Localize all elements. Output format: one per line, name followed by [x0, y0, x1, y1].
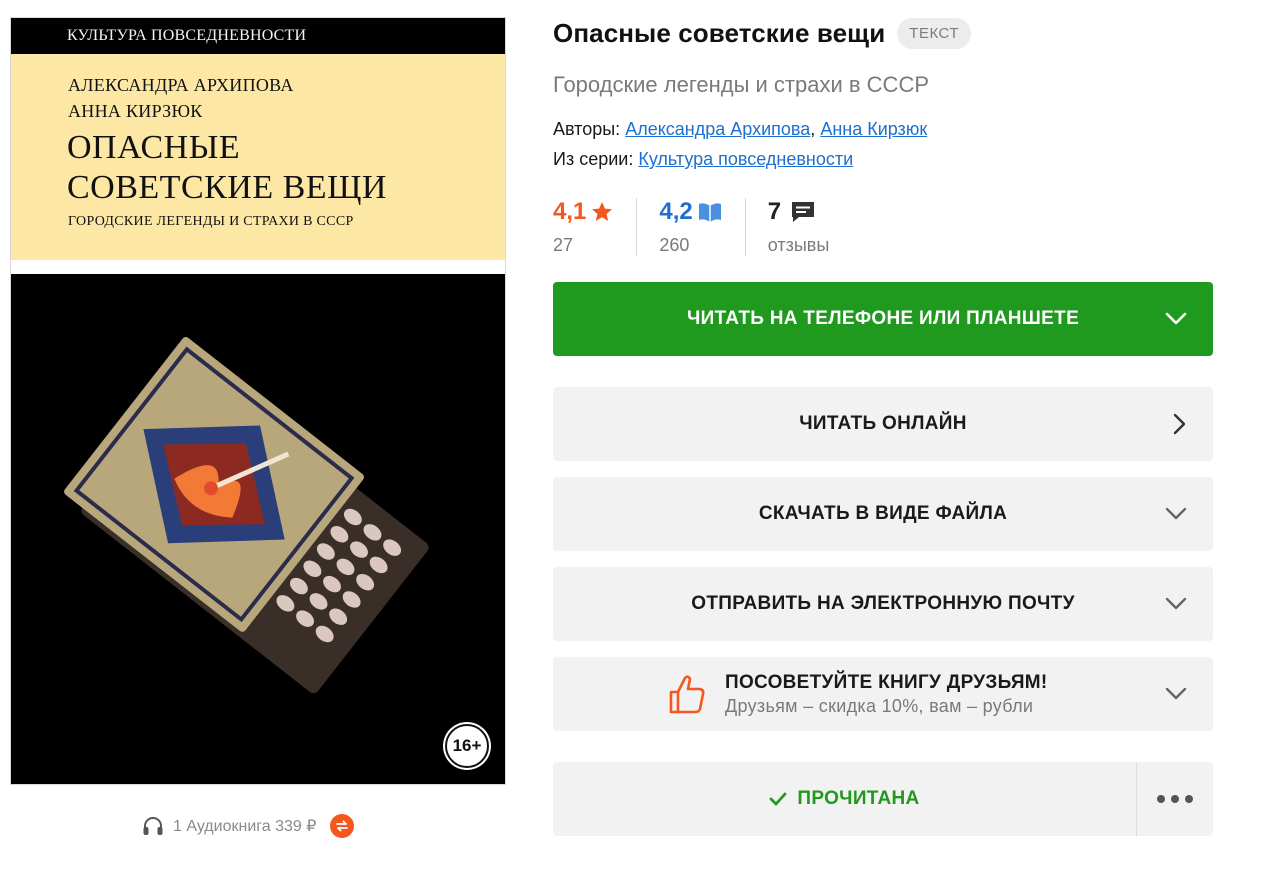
litres-rating-count: 27: [553, 235, 574, 255]
cover-title: ОПАСНЫЕ СОВЕТСКИЕ ВЕЩИ: [67, 128, 387, 208]
age-rating-badge: 16+: [445, 724, 489, 768]
checkmark-icon: [770, 792, 787, 806]
cover-divider: [11, 260, 505, 274]
audiobook-label[interactable]: 1 Аудиокнига 339 ₽: [173, 816, 316, 836]
read-on-device-label: ЧИТАТЬ НА ТЕЛЕФОНЕ ИЛИ ПЛАНШЕТЕ: [686, 308, 1080, 329]
recommend-title: ПОСОВЕТУЙТЕ КНИГУ ДРУЗЬЯМ!: [725, 671, 1048, 693]
series-line: Из серии: Культура повседневности: [553, 149, 853, 170]
rating-divider: [636, 198, 638, 256]
authors-label: Авторы:: [553, 119, 621, 139]
book-subtitle: Городские легенды и страхи в СССР: [553, 72, 930, 97]
livelib-rating-count: 260: [659, 235, 690, 255]
cover-author: АННА КИРЗЮК: [68, 101, 203, 121]
chevron-down-icon: [1165, 597, 1187, 610]
dot: [1157, 795, 1165, 803]
headphones-icon: [143, 817, 163, 835]
read-on-device-button[interactable]: ЧИТАТЬ НА ТЕЛЕФОНЕ ИЛИ ПЛАНШЕТЕ: [553, 282, 1213, 356]
ratings-bar: 4,1 27 4,2 260 7 отзывы: [553, 198, 829, 256]
author-link[interactable]: Александра Архипова: [625, 119, 810, 139]
dot: [1185, 795, 1193, 803]
chevron-right-icon: [1173, 413, 1186, 435]
send-email-button[interactable]: ОТПРАВИТЬ НА ЭЛЕКТРОННУЮ ПОЧТУ: [553, 567, 1213, 641]
cover-subtitle: ГОРОДСКИЕ ЛЕГЕНДЫ И СТРАХИ В СССР: [68, 214, 354, 229]
litres-rating[interactable]: 4,1 27: [553, 198, 614, 256]
read-status-button[interactable]: ПРОЧИТАНА: [553, 762, 1136, 836]
reviews-value: 7: [767, 198, 782, 225]
chevron-down-icon: [1165, 312, 1187, 325]
livelib-rating-value: 4,2: [659, 198, 693, 225]
matchbox-illustration: [11, 275, 505, 784]
rating-divider: [744, 198, 746, 256]
cover-title-line: СОВЕТСКИЕ ВЕЩИ: [67, 169, 387, 206]
swap-arrows-icon[interactable]: [330, 814, 355, 838]
authors-separator: ,: [810, 119, 816, 139]
chevron-down-icon: [1165, 507, 1187, 520]
series-label: Из серии:: [553, 149, 634, 169]
read-status-row: ПРОЧИТАНА: [553, 762, 1213, 836]
cover-title-line: ОПАСНЫЕ: [67, 129, 241, 166]
livelib-book-icon: [698, 203, 721, 222]
read-online-label: ЧИТАТЬ ОНЛАЙН: [799, 413, 967, 434]
author-link[interactable]: Анна Кирзюк: [820, 119, 927, 139]
more-options-button[interactable]: [1136, 762, 1213, 836]
star-icon: [592, 202, 613, 221]
download-file-label: СКАЧАТЬ В ВИДЕ ФАЙЛА: [758, 503, 1008, 524]
type-badge: ТЕКСТ: [897, 18, 972, 49]
thumbs-up-icon: [669, 675, 705, 714]
recommend-button[interactable]: ПОСОВЕТУЙТЕ КНИГУ ДРУЗЬЯМ! Друзьям – ски…: [553, 657, 1213, 731]
recommend-text: ПОСОВЕТУЙТЕ КНИГУ ДРУЗЬЯМ! Друзьям – ски…: [725, 672, 1048, 717]
comment-icon: [792, 202, 815, 222]
authors-line: Авторы: Александра Архипова, Анна Кирзюк: [553, 119, 927, 140]
reviews-count[interactable]: 7 отзывы: [768, 198, 830, 256]
reviews-label: отзывы: [767, 235, 830, 255]
download-file-button[interactable]: СКАЧАТЬ В ВИДЕ ФАЙЛА: [553, 477, 1213, 551]
audiobook-link[interactable]: 1 Аудиокнига 339 ₽: [141, 812, 355, 840]
read-status-label: ПРОЧИТАНА: [797, 788, 920, 809]
livelib-rating[interactable]: 4,2 260: [659, 198, 722, 256]
read-online-button[interactable]: ЧИТАТЬ ОНЛАЙН: [553, 387, 1213, 461]
dot: [1171, 795, 1179, 803]
series-link[interactable]: Культура повседневности: [638, 149, 853, 169]
book-cover[interactable]: КУЛЬТУРА ПОВСЕДНЕВНОСТИ АЛЕКСАНДРА АРХИП…: [10, 17, 506, 785]
page-title: Опасные советские вещи: [553, 18, 886, 48]
cover-authors: АЛЕКСАНДРА АРХИПОВА АННА КИРЗЮК: [68, 72, 294, 124]
chevron-down-icon: [1165, 687, 1187, 700]
cover-series-banner: КУЛЬТУРА ПОВСЕДНЕВНОСТИ: [11, 18, 505, 54]
litres-rating-value: 4,1: [553, 198, 587, 225]
title-row: Опасные советские вещи ТЕКСТ: [553, 18, 972, 49]
cover-author: АЛЕКСАНДРА АРХИПОВА: [68, 75, 294, 95]
send-email-label: ОТПРАВИТЬ НА ЭЛЕКТРОННУЮ ПОЧТУ: [691, 593, 1075, 614]
recommend-subtitle: Друзьям – скидка 10%, вам – рубли: [725, 695, 1034, 716]
